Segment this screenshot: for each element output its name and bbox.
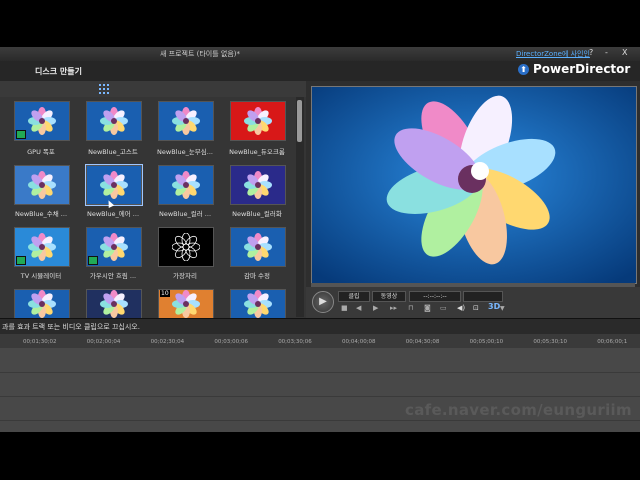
effect-thumbnail[interactable] xyxy=(14,101,70,141)
3d-dropdown-icon[interactable]: ▼ xyxy=(500,305,505,312)
effect-thumbnail[interactable] xyxy=(86,101,142,141)
effect-label: 가장자리 xyxy=(173,272,197,280)
effect-thumbnail[interactable] xyxy=(230,289,286,319)
library-scroll-thumb[interactable] xyxy=(297,100,302,142)
timeline-tick-label: 00;05;00;10 xyxy=(469,339,504,345)
gpu-badge-icon xyxy=(88,256,98,265)
flower-thumbnail-icon xyxy=(100,171,128,199)
flower-thumbnail-icon xyxy=(244,171,272,199)
timeline-tick-label: 00;04;30;08 xyxy=(405,339,440,345)
effect-thumbnail[interactable]: 10 xyxy=(158,289,214,319)
track-divider xyxy=(0,396,640,397)
stop-icon[interactable]: ■ xyxy=(341,304,348,312)
timeline-tick-label: 00;02;00;04 xyxy=(86,339,121,345)
effect-label: NewBlue_컬러 ... xyxy=(158,210,212,218)
snapshot-icon[interactable]: ◙ xyxy=(424,304,431,312)
status-message: 과를 효과 트랙 또는 비디오 클립으로 끄십시오. xyxy=(2,323,140,331)
effect-thumbnail[interactable] xyxy=(86,227,142,267)
effect-thumbnail[interactable] xyxy=(158,101,214,141)
effect-label: NewBlue_컬러화 xyxy=(232,210,282,218)
library-toolbar xyxy=(0,81,306,97)
flower-thumbnail-icon xyxy=(172,107,200,135)
effect-label: NewBlue_눈부심... xyxy=(157,148,213,156)
timeline-tick-label: 00;06;00;1 xyxy=(597,339,628,345)
flower-thumbnail-icon xyxy=(244,233,272,261)
effect-thumbnail[interactable] xyxy=(230,227,286,267)
preview-flower-image xyxy=(312,87,636,283)
title-bar: 새 프로젝트 (타이틀 없음)* DirectorZone에 사인인 ? - X xyxy=(0,47,640,61)
effect-thumbnail[interactable] xyxy=(14,289,70,319)
flower-thumbnail-icon xyxy=(244,290,272,318)
disc-creation-tab[interactable]: 디스크 만들기 xyxy=(35,66,82,77)
timeline-tick-label: 00;02;30;04 xyxy=(150,339,185,345)
timeline-tick-label: 00;05;30;10 xyxy=(533,339,567,345)
grid-view-icon[interactable] xyxy=(99,84,109,94)
powerdirector-logo: ⬆ PowerDirector xyxy=(518,62,630,76)
effect-label: NewBlue_에어 ... xyxy=(86,210,140,218)
watermark-text: cafe.naver.com/eunguriim xyxy=(405,401,632,419)
flower-thumbnail-icon xyxy=(28,233,56,261)
effect-thumbnail[interactable] xyxy=(158,227,214,267)
timeline-tick-label: 00;03;30;06 xyxy=(278,339,312,345)
help-button[interactable]: ? xyxy=(589,48,593,57)
timecode-display-2 xyxy=(463,291,503,302)
effect-label: GPU 폭포 xyxy=(27,148,55,156)
window-title: 새 프로젝트 (타이틀 없음)* xyxy=(159,50,241,58)
flower-thumbnail-icon xyxy=(244,107,272,135)
flower-thumbnail-icon xyxy=(100,107,128,135)
effect-label: NewBlue_고스트 xyxy=(88,148,138,156)
timeline-tick-label: 00;01;30;02 xyxy=(23,339,57,345)
close-button[interactable]: X xyxy=(622,48,627,57)
mark-icon[interactable]: ⊓ xyxy=(408,304,413,312)
effect-label: 감마 수정 xyxy=(244,272,270,280)
track-divider xyxy=(0,420,640,421)
thumbnail-number: 10 xyxy=(160,290,170,297)
fast-forward-icon[interactable]: ▸▸ xyxy=(390,304,397,312)
flower-thumbnail-icon xyxy=(100,233,128,261)
play-button[interactable]: ▶ xyxy=(312,291,334,313)
directorzone-signin-link[interactable]: DirectorZone에 사인인 xyxy=(516,49,590,59)
flower-thumbnail-icon xyxy=(172,290,200,318)
previous-frame-icon[interactable]: ◀ xyxy=(356,304,361,312)
effect-thumbnail[interactable] xyxy=(14,165,70,205)
flower-thumbnail-icon xyxy=(172,233,200,261)
volume-icon[interactable]: ◀) xyxy=(457,304,465,312)
fit-screen-icon[interactable]: ⊡ xyxy=(473,304,479,312)
effect-thumbnail[interactable] xyxy=(85,164,143,206)
flower-thumbnail-icon xyxy=(28,107,56,135)
effect-thumbnail[interactable] xyxy=(230,101,286,141)
flower-thumbnail-icon xyxy=(172,171,200,199)
timeline-tick-label: 00;04;00;08 xyxy=(342,339,376,345)
track-divider xyxy=(0,372,640,373)
effect-label: 가우시안 흐림 ... xyxy=(89,272,137,280)
brand-name: PowerDirector xyxy=(533,62,631,76)
preview-options-icon[interactable]: ▭ xyxy=(440,304,447,312)
effect-thumbnail[interactable] xyxy=(14,227,70,267)
flower-thumbnail-icon xyxy=(28,171,56,199)
effect-thumbnail[interactable] xyxy=(158,165,214,205)
effect-label: NewBlue_듀오크롬 xyxy=(229,148,285,156)
flower-thumbnail-icon xyxy=(28,290,56,318)
gpu-badge-icon xyxy=(16,256,26,265)
clip-mode-button[interactable]: 클립 xyxy=(338,291,370,302)
movie-mode-button[interactable]: 동영상 xyxy=(372,291,406,302)
timeline-tick-label: 00;03;00;06 xyxy=(214,339,248,345)
effect-thumbnail[interactable] xyxy=(230,165,286,205)
gpu-badge-icon xyxy=(16,130,26,139)
minimize-button[interactable]: - xyxy=(605,48,608,57)
next-frame-icon[interactable]: ▶ xyxy=(373,304,378,312)
timecode-display: --:--:--:-- xyxy=(409,291,461,302)
timeline-tracks[interactable] xyxy=(0,348,640,432)
effect-label: NewBlue_수채 ... xyxy=(14,210,68,218)
3d-mode-button[interactable]: 3D xyxy=(488,302,500,311)
flower-thumbnail-icon xyxy=(100,290,128,318)
effect-thumbnail[interactable] xyxy=(86,289,142,319)
preview-video xyxy=(311,86,637,284)
powerdirector-logo-icon: ⬆ xyxy=(518,64,529,75)
effect-label: TV 시뮬레이터 xyxy=(20,272,62,280)
